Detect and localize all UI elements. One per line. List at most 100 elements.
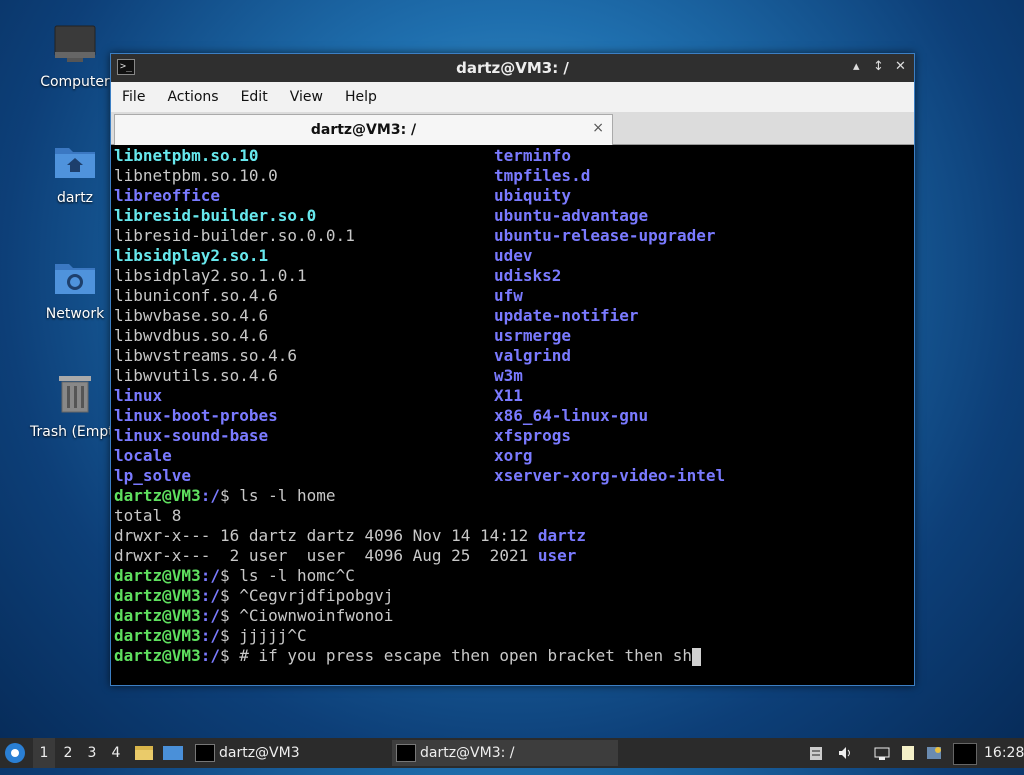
prompt-line-current[interactable]: dartz@VM3:/$ # if you press escape then … [114, 646, 909, 666]
maximize-icon[interactable]: ↕ [873, 59, 884, 74]
listing-entry-right: terminfo [494, 146, 572, 165]
taskbar: 1 2 3 4 dartz@VM3 dartz@VM3: / 16:28 [0, 738, 1024, 768]
desktop-icon-trash[interactable]: Trash (Empty) [30, 372, 128, 440]
ls-total: total 8 [114, 506, 182, 525]
listing-entry-right: update-notifier [494, 306, 639, 325]
listing-entry-right: x86_64-linux-gnu [494, 406, 649, 425]
desktop-icon-network[interactable]: Network [30, 258, 120, 322]
workspace-2[interactable]: 2 [57, 738, 79, 768]
listing-row: linux-sound-base xfsprogs [114, 426, 909, 446]
listing-row: libwvbase.so.4.6 update-notifier [114, 306, 909, 326]
ls-row: drwxr-x--- 16 dartz dartz 4096 Nov 14 14… [114, 526, 587, 545]
listing-row: libnetpbm.so.10.0 tmpfiles.d [114, 166, 909, 186]
start-menu-button[interactable] [4, 738, 30, 768]
listing-row: linux X11 [114, 386, 909, 406]
workspace-1[interactable]: 1 [33, 738, 55, 768]
tab-terminal[interactable]: dartz@VM3: / × [114, 114, 613, 145]
listing-entry-right: X11 [494, 386, 523, 405]
listing-entry-left: libnetpbm.so.10 [114, 146, 259, 165]
notes-icon[interactable] [900, 745, 916, 761]
file-manager-launcher[interactable] [134, 738, 154, 768]
prompt-line: dartz@VM3:/$ jjjjj^C [114, 626, 307, 645]
window-titlebar[interactable]: >_ dartz@VM3: / ▴ ↕ ✕ [111, 54, 914, 82]
listing-entry-right: tmpfiles.d [494, 166, 591, 185]
listing-entry-left: libresid-builder.so.0 [114, 206, 317, 225]
terminal-window: >_ dartz@VM3: / ▴ ↕ ✕ File Actions Edit Vie… [110, 53, 915, 686]
listing-entry-right: ufw [494, 286, 523, 305]
listing-row: libsidplay2.so.1.0.1 udisks2 [114, 266, 909, 286]
computer-icon [54, 25, 96, 62]
listing-row: libwvutils.so.4.6 w3m [114, 366, 909, 386]
menu-view[interactable]: View [279, 82, 334, 105]
listing-entry-right: xserver-xorg-video-intel [494, 466, 726, 485]
text-cursor [691, 647, 701, 666]
listing-entry-right: ubiquity [494, 186, 572, 205]
desktop-icon-label: Computer [40, 74, 110, 90]
listing-entry-left: libwvbase.so.4.6 [114, 306, 269, 325]
listing-entry-left: libsidplay2.so.1 [114, 246, 269, 265]
prompt-line: dartz@VM3:/$ ^Cegvrjdfipobgvj [114, 586, 394, 605]
terminal-icon [195, 744, 215, 762]
update-notifier-icon[interactable] [926, 745, 942, 761]
desktop-icon-label: dartz [56, 190, 94, 206]
listing-entry-left: linux [114, 386, 163, 405]
listing-entry-left: libuniconf.so.4.6 [114, 286, 278, 305]
taskbar-task[interactable]: dartz@VM3 [191, 740, 407, 766]
listing-row: libresid-builder.so.0 ubuntu-advantage [114, 206, 909, 226]
show-desktop-launcher[interactable] [162, 738, 184, 768]
menu-help[interactable]: Help [334, 82, 388, 105]
listing-entry-right: udisks2 [494, 266, 562, 285]
desktop-icon-computer[interactable]: Computer [30, 24, 120, 90]
listing-entry-right: ubuntu-release-upgrader [494, 226, 716, 245]
clock[interactable]: 16:28 [984, 738, 1024, 768]
menu-actions[interactable]: Actions [156, 82, 229, 105]
taskbar-task-label: dartz@VM3 [219, 745, 300, 761]
network-folder-icon [55, 264, 95, 294]
listing-row: libwvstreams.so.4.6 valgrind [114, 346, 909, 366]
listing-row: libsidplay2.so.1 udev [114, 246, 909, 266]
menu-file[interactable]: File [111, 82, 156, 105]
listing-row: linux-boot-probes x86_64-linux-gnu [114, 406, 909, 426]
network-status-icon[interactable] [874, 745, 890, 761]
listing-entry-left: lp_solve [114, 466, 192, 485]
listing-entry-right: udev [494, 246, 533, 265]
listing-entry-left: libwvutils.so.4.6 [114, 366, 278, 385]
listing-entry-left: libwvdbus.so.4.6 [114, 326, 269, 345]
home-folder-icon [55, 148, 95, 178]
workspace-preview-icon[interactable] [953, 743, 977, 765]
ls-row: drwxr-x--- 2 user user 4096 Aug 25 2021 … [114, 546, 577, 565]
directory-listing: libnetpbm.so.10 terminfo libnetpbm.so.10.0… [114, 146, 909, 486]
tab-close-icon[interactable]: × [592, 120, 604, 136]
menu-edit[interactable]: Edit [230, 82, 279, 105]
listing-entry-left: linux-sound-base [114, 426, 269, 445]
tab-label: dartz@VM3: / [310, 122, 417, 138]
prompt-line: dartz@VM3:/$ ls -l homc^C [114, 566, 355, 585]
taskbar-task-active[interactable]: dartz@VM3: / [392, 740, 618, 766]
listing-entry-right: w3m [494, 366, 523, 385]
workspace-3[interactable]: 3 [81, 738, 103, 768]
window-title: dartz@VM3: / [456, 59, 569, 77]
app-menu-icon [5, 743, 25, 763]
desktop-icon-home[interactable]: dartz [30, 142, 120, 206]
desktop-icon-label: Network [45, 306, 105, 322]
listing-row: libnetpbm.so.10 terminfo [114, 146, 909, 166]
file-manager-icon [135, 746, 153, 760]
volume-icon[interactable] [837, 745, 853, 761]
prompt-line: dartz@VM3:/$ ^Ciownwoinfwonoi [114, 606, 394, 625]
listing-entry-left: libsidplay2.so.1.0.1 [114, 266, 307, 285]
listing-entry-left: libwvstreams.so.4.6 [114, 346, 298, 365]
menu-bar: File Actions Edit View Help [111, 82, 914, 112]
minimize-icon[interactable]: ▴ [853, 59, 860, 74]
listing-row: lp_solve xserver-xorg-video-intel [114, 466, 909, 486]
listing-row: locale xorg [114, 446, 909, 466]
clipboard-icon[interactable] [808, 745, 824, 761]
listing-row: libwvdbus.so.4.6 usrmerge [114, 326, 909, 346]
listing-entry-right: xfsprogs [494, 426, 572, 445]
close-icon[interactable]: ✕ [895, 59, 906, 74]
listing-row: libresid-builder.so.0.0.1 ubuntu-release-… [114, 226, 909, 246]
listing-entry-left: locale [114, 446, 172, 465]
workspace-4[interactable]: 4 [105, 738, 127, 768]
listing-entry-right: usrmerge [494, 326, 572, 345]
terminal-output[interactable]: libnetpbm.so.10 terminfo libnetpbm.so.10.0… [114, 146, 909, 681]
trash-icon [59, 376, 91, 413]
